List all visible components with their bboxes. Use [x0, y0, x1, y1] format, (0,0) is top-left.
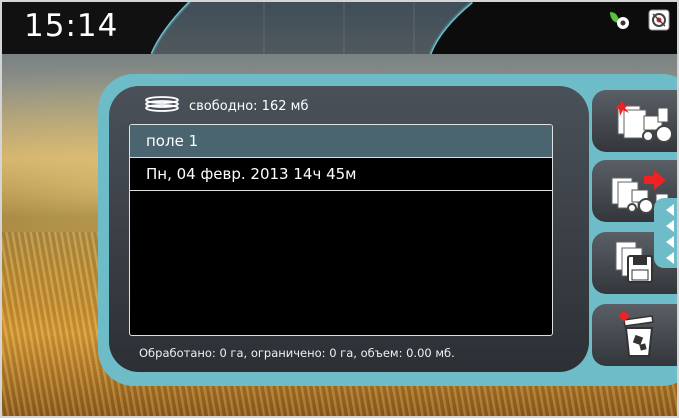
chevron-left-icon	[662, 202, 677, 268]
new-document-tractor-icon	[614, 98, 676, 148]
list-item[interactable]: Пн, 04 февр. 2013 14ч 45м	[130, 158, 552, 191]
top-bar: 15:14	[2, 2, 677, 54]
screen: 15:14 свободно: 162 мб поле 1 Пн, 04 фев…	[0, 0, 679, 418]
storage-info: свободно: 162 мб	[145, 96, 308, 116]
storage-free-label: свободно: 162 мб	[189, 98, 309, 114]
delete-task-button[interactable]	[592, 304, 677, 366]
signal-icon[interactable]	[647, 8, 671, 36]
list-item-label: поле 1	[146, 132, 199, 150]
tractor-leaf-icon	[607, 8, 631, 36]
document-floppy-icon	[614, 240, 654, 290]
status-icons	[607, 8, 671, 36]
processing-summary: Обработано: 0 га, ограничено: 0 га, объе…	[139, 346, 455, 360]
sidebar-collapse-tab[interactable]	[654, 198, 677, 268]
task-list[interactable]: поле 1 Пн, 04 февр. 2013 14ч 45м	[129, 124, 553, 336]
disk-stack-icon	[145, 96, 179, 116]
list-item-label: Пн, 04 февр. 2013 14ч 45м	[146, 165, 357, 183]
list-item-selected[interactable]: поле 1	[130, 125, 552, 158]
new-task-button[interactable]	[592, 90, 677, 152]
trash-icon	[618, 310, 658, 364]
clock-time: 15:14	[24, 8, 119, 44]
